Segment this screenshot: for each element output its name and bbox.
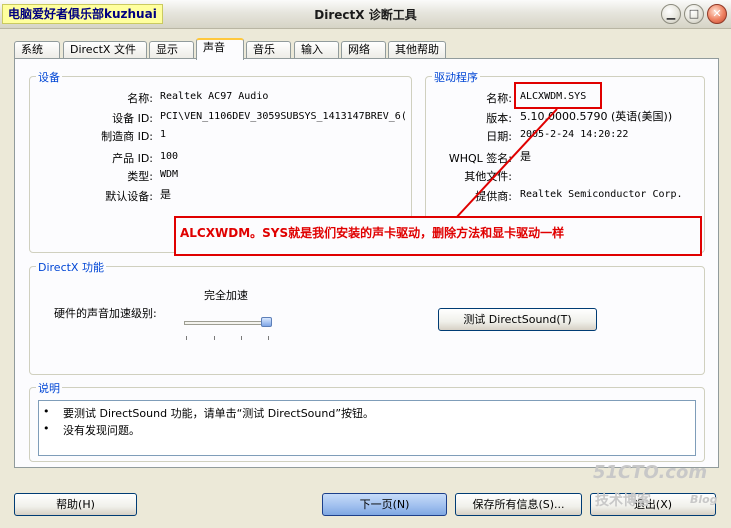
default-device-label: 默认设备: (105, 190, 153, 203)
accel-value: 完全加速 (204, 289, 248, 302)
tab-directx-files[interactable]: DirectX 文件 (63, 41, 147, 59)
product-id-value: 100 (160, 151, 179, 162)
device-id-label: 设备 ID: (112, 112, 153, 125)
product-id-label: 产品 ID: (112, 152, 153, 165)
site-blog-watermark: Blog (690, 493, 718, 506)
vendor-id-label: 制造商 ID: (101, 130, 153, 143)
whql-value: 是 (520, 150, 531, 163)
note-item: 要测试 DirectSound 功能，请单击“测试 DirectSound”按钮… (63, 407, 375, 420)
minimize-icon: ▁ (666, 7, 676, 20)
next-page-button[interactable]: 下一页(N) (322, 493, 447, 516)
tab-more-help[interactable]: 其他帮助 (388, 41, 446, 59)
bullet-icon: • (43, 422, 50, 435)
tab-display[interactable]: 显示 (149, 41, 194, 59)
close-icon: ✕ (712, 7, 722, 20)
directx-legend: DirectX 功能 (36, 259, 106, 275)
type-value: WDM (160, 169, 179, 180)
site-sub-watermark: 技术博客 (595, 493, 651, 509)
tab-label: 其他帮助 (395, 43, 439, 56)
accel-label: 硬件的声音加速级别: (54, 307, 157, 320)
slider-tick (241, 336, 242, 340)
driver-name-label: 名称: (486, 92, 512, 105)
maximize-icon: □ (688, 7, 700, 20)
tab-label: 声音 (203, 41, 225, 54)
save-all-button[interactable]: 保存所有信息(S)... (455, 493, 582, 516)
close-button[interactable]: ✕ (707, 4, 727, 24)
vendor-id-value: 1 (160, 129, 167, 140)
tab-sound[interactable]: 声音 (196, 38, 244, 60)
accel-slider[interactable] (261, 317, 272, 327)
device-name-value: Realtek AC97 Audio (160, 91, 269, 102)
tab-label: 输入 (301, 43, 323, 56)
tab-music[interactable]: 音乐 (246, 41, 291, 59)
device-name-label: 名称: (127, 92, 153, 105)
device-legend: 设备 (36, 69, 62, 85)
driver-date-label: 日期: (486, 130, 512, 143)
driver-name-highlight (514, 82, 602, 109)
tab-system[interactable]: 系统 (14, 41, 60, 59)
notes-box[interactable]: • 要测试 DirectSound 功能，请单击“测试 DirectSound”… (38, 400, 696, 456)
tab-input[interactable]: 输入 (294, 41, 339, 59)
directx-features-group: DirectX 功能 硬件的声音加速级别: 完全加速 测试 DirectSoun… (29, 259, 705, 375)
default-device-value: 是 (160, 188, 171, 201)
whql-label: WHQL 签名: (448, 152, 512, 165)
tab-network[interactable]: 网络 (341, 41, 386, 59)
device-id-value: PCI\VEN_1106DEV_3059SUBSYS_1413147BREV_6… (160, 111, 405, 122)
driver-version-value: 5.10.0000.5790 (英语(美国)) (520, 110, 673, 123)
tab-label: 音乐 (253, 43, 275, 56)
minimize-button[interactable]: ▁ (661, 4, 681, 24)
title-bar[interactable]: 电脑爱好者俱乐部kuzhuai DirectX 诊断工具 ▁ □ ✕ (0, 0, 731, 29)
notes-group: 说明 • 要测试 DirectSound 功能，请单击“测试 DirectSou… (29, 380, 705, 462)
driver-date-value: 2005-2-24 14:20:22 (520, 129, 629, 140)
tab-label: DirectX 文件 (70, 43, 136, 56)
maximize-button[interactable]: □ (684, 4, 704, 24)
driver-version-label: 版本: (486, 112, 512, 125)
provider-value: Realtek Semiconductor Corp. (520, 189, 683, 200)
test-directsound-button[interactable]: 测试 DirectSound(T) (438, 308, 597, 331)
note-item: 没有发现问题。 (63, 424, 140, 437)
other-files-label: 其他文件: (464, 170, 512, 183)
help-button[interactable]: 帮助(H) (14, 493, 137, 516)
provider-label: 提供商: (475, 190, 512, 203)
annotation-text: ALCXWDM。SYS就是我们安装的声卡驱动，删除方法和显卡驱动一样 (180, 226, 565, 240)
window-title: DirectX 诊断工具 (314, 8, 417, 22)
driver-legend: 驱动程序 (432, 69, 480, 85)
accel-slider-track (184, 321, 272, 325)
slider-tick (268, 336, 269, 340)
tab-label: 系统 (21, 43, 43, 56)
slider-tick (186, 336, 187, 340)
site-logo-watermark: 51CTO.com (593, 462, 708, 483)
bullet-icon: • (43, 405, 50, 418)
type-label: 类型: (127, 170, 153, 183)
sound-tab-panel: 设备 名称: Realtek AC97 Audio 设备 ID: PCI\VEN… (14, 58, 719, 468)
slider-tick (214, 336, 215, 340)
annotation-box: ALCXWDM。SYS就是我们安装的声卡驱动，删除方法和显卡驱动一样 (174, 216, 702, 256)
tab-label: 网络 (348, 43, 370, 56)
notes-legend: 说明 (36, 380, 62, 396)
tab-label: 显示 (156, 43, 178, 56)
